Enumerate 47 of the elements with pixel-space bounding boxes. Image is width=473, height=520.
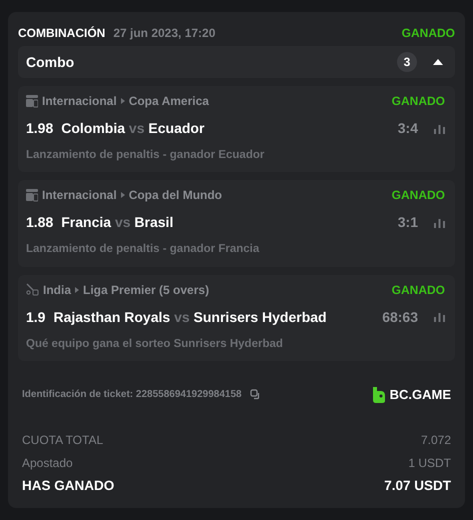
score: 3:4 — [398, 119, 418, 138]
ticket-id: Identificación de ticket: 2285586941929984158 — [22, 388, 242, 402]
stats-icon[interactable] — [434, 218, 445, 228]
logo-icon — [372, 386, 386, 404]
selection-status: GANADO — [392, 282, 445, 298]
league-name: Copa del Mundo — [128, 187, 222, 204]
bet-datetime: 27 jun 2023, 17:20 — [113, 25, 216, 42]
chevron-icon — [120, 192, 125, 198]
odds-value: 1.9 — [26, 308, 46, 326]
copy-icon[interactable] — [250, 389, 261, 400]
stats-icon[interactable] — [434, 312, 445, 322]
combo-header[interactable]: Combo 3 — [18, 46, 455, 78]
match-name: Francia vs Brasil — [61, 213, 174, 232]
bet-status: GANADO — [402, 25, 455, 42]
total-value: 1 USDT — [408, 454, 451, 472]
odds-value: 1.98 — [26, 119, 54, 138]
market-description: Lanzamiento de penaltis - ganador Ecuador — [26, 148, 266, 163]
odds-value: 1.88 — [26, 213, 54, 232]
score: 68:63 — [382, 308, 418, 326]
total-label: Apostado — [22, 454, 73, 472]
caret-icon — [433, 59, 443, 65]
category-name: India — [43, 282, 72, 298]
market-description: Qué equipo gana el sorteo Sunrisers Hyderbad — [26, 336, 284, 352]
total-label: CUOTA TOTAL — [22, 432, 104, 449]
category-name: Internacional — [42, 187, 117, 204]
category-name: Internacional — [42, 93, 117, 110]
total-value: 7.07 USDT — [384, 476, 451, 495]
brand-name: BC.GAME — [390, 386, 451, 404]
league-icon — [26, 188, 38, 202]
match-name: Colombia vs Ecuador — [61, 119, 204, 138]
market-description: Lanzamiento de penaltis - ganador Francia — [26, 242, 260, 258]
selection-count-badge: 3 — [397, 52, 417, 72]
chevron-icon — [120, 98, 125, 104]
league-name: Copa America — [128, 93, 209, 110]
selection-status: GANADO — [392, 187, 445, 204]
score: 3:1 — [398, 213, 418, 232]
bet-type-label: COMBINACIÓN — [18, 25, 106, 42]
selection-status: GANADO — [392, 93, 445, 110]
cricket-bat-icon — [26, 283, 39, 296]
match-name: Rajasthan Royals vs Sunrisers Hyderbad — [53, 308, 327, 327]
total-label: HAS GANADO — [22, 476, 114, 495]
total-value: 7.072 — [420, 432, 451, 449]
chevron-icon — [75, 286, 80, 292]
league-icon — [26, 94, 38, 108]
league-name: Liga Premier (5 overs) — [83, 282, 210, 298]
stats-icon[interactable] — [434, 124, 445, 134]
combo-label: Combo — [26, 52, 74, 72]
